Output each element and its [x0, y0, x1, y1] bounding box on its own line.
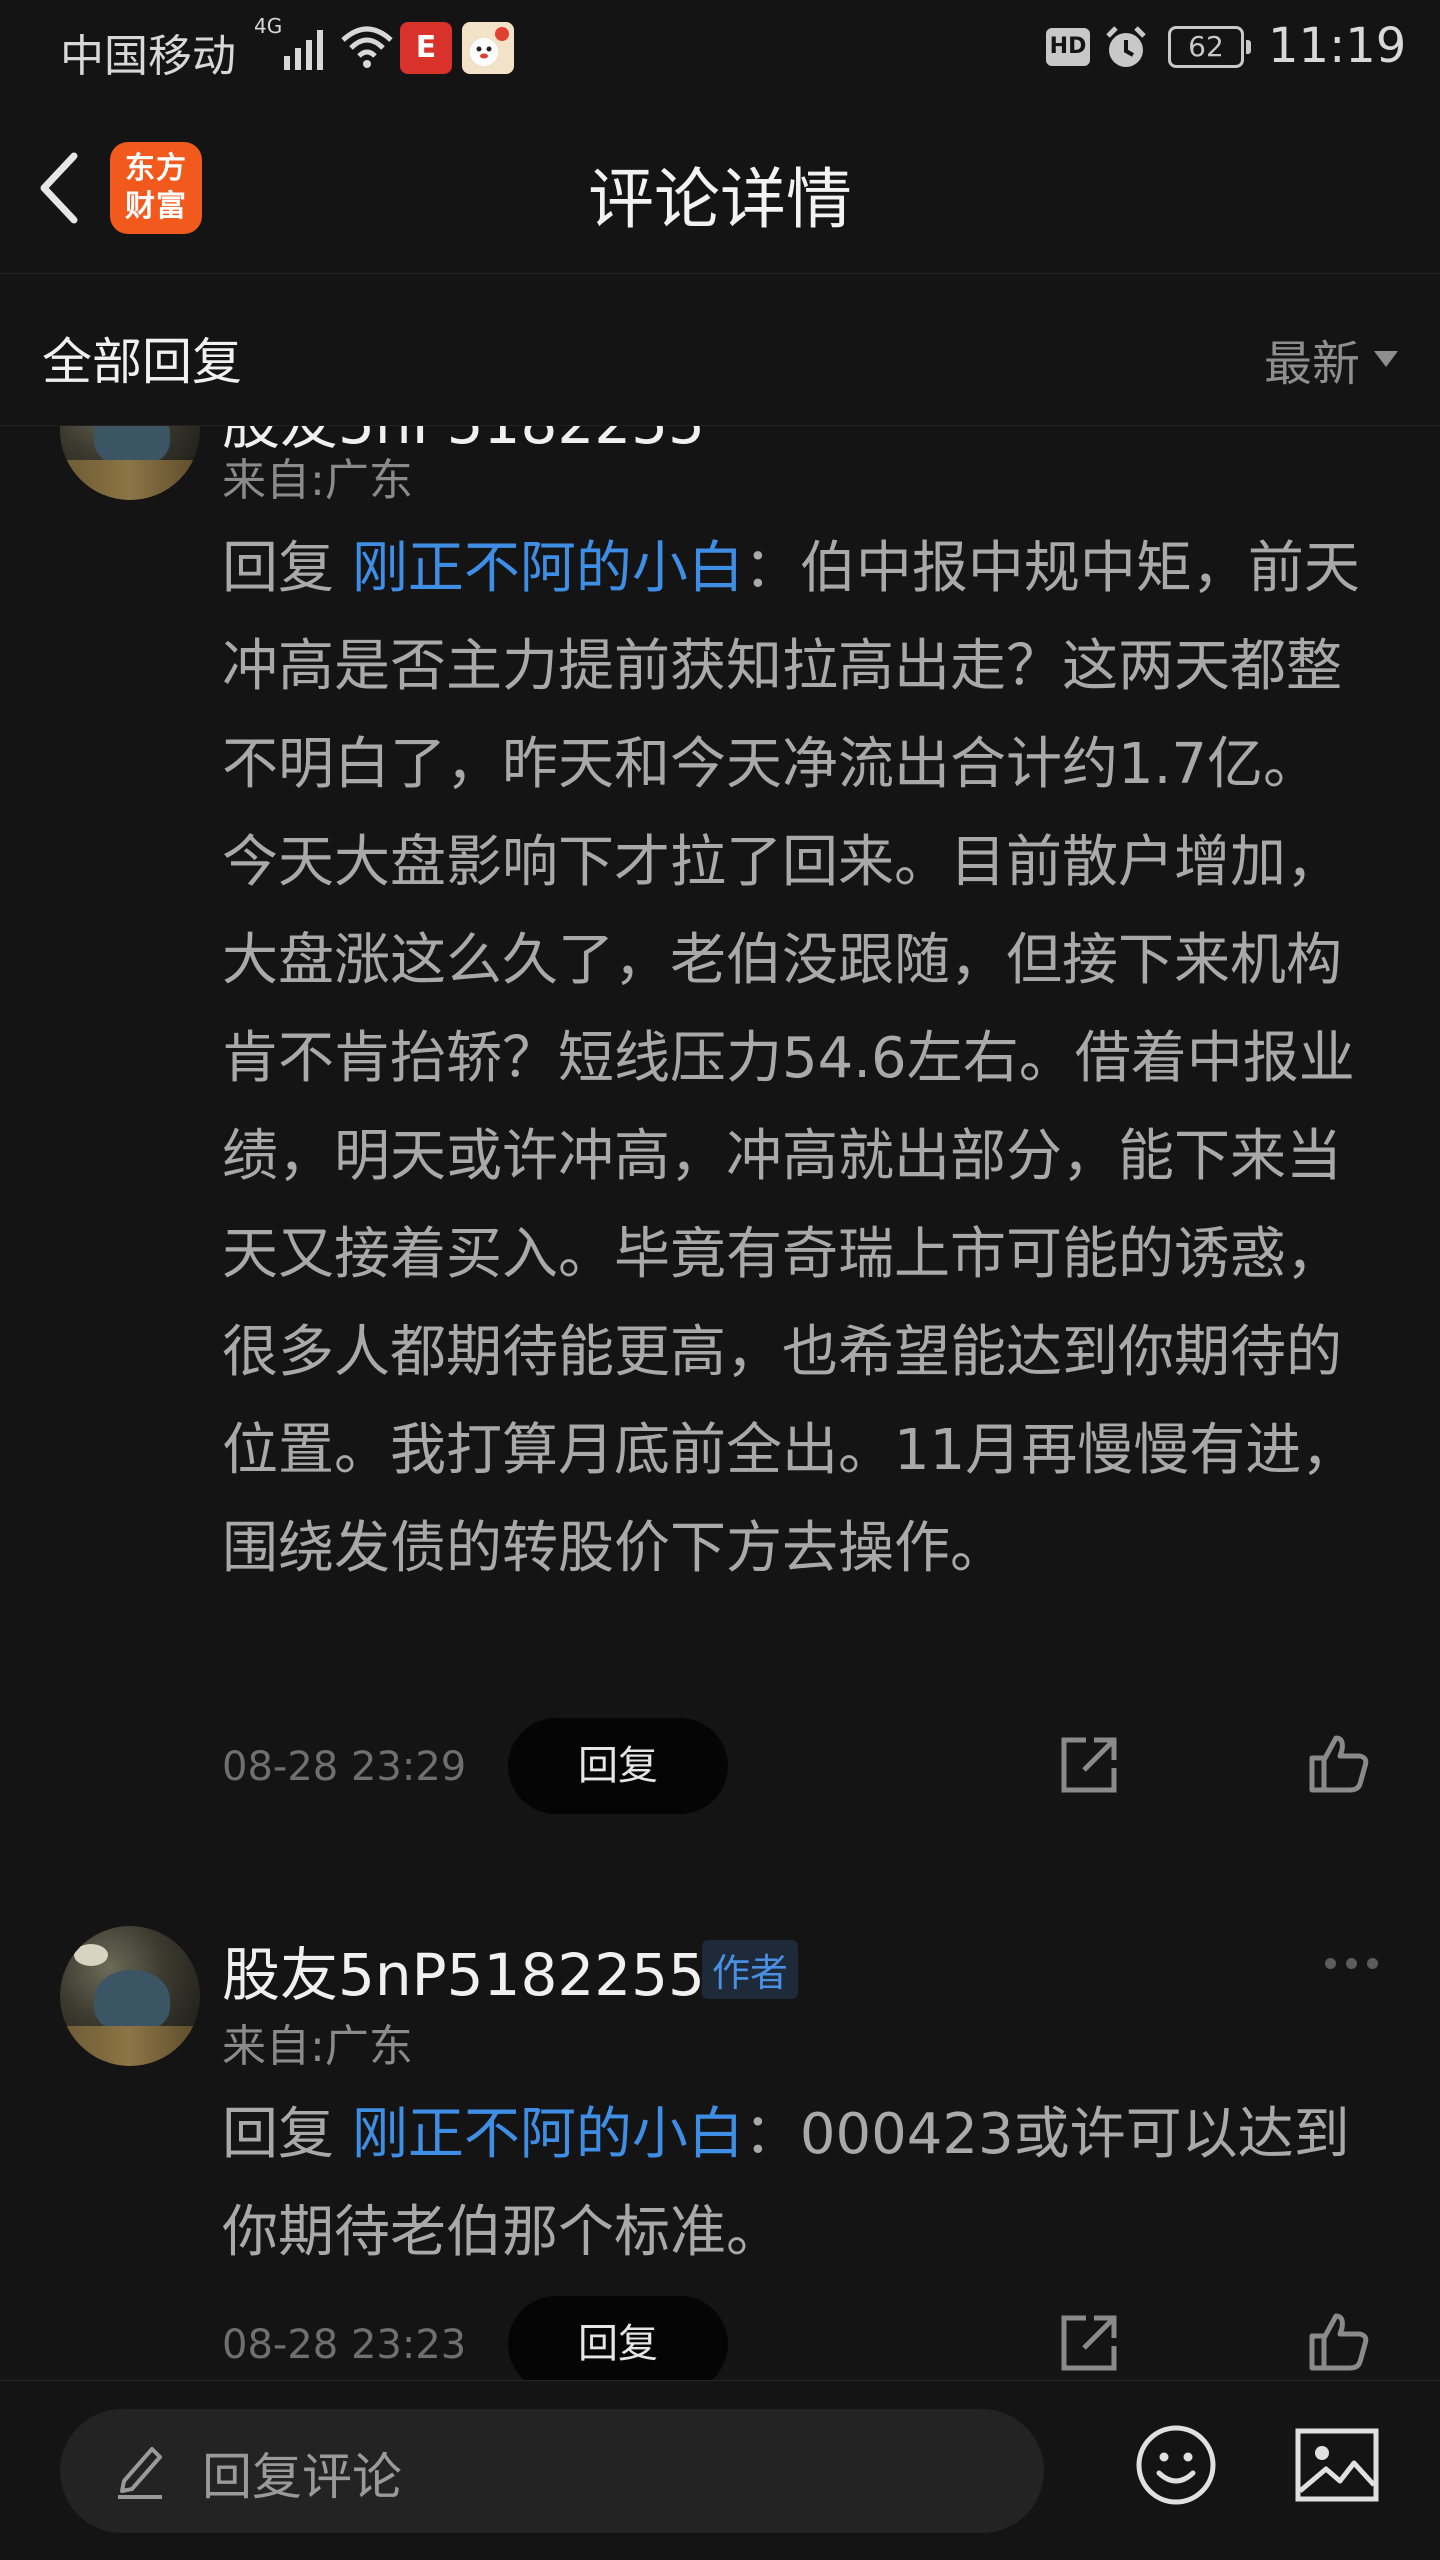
avatar[interactable] — [60, 426, 200, 500]
signal-icon — [284, 24, 323, 70]
input-placeholder: 回复评论 — [202, 2448, 402, 2506]
timestamp: 08-28 23:29 — [222, 1744, 467, 1790]
author-badge: 作者 — [702, 1940, 799, 1999]
notification-app-icon: E — [400, 22, 452, 74]
timestamp: 08-28 23:23 — [222, 2322, 467, 2368]
carrier-name: 中国移动 — [60, 31, 236, 82]
bottom-bar: 回复评论 — [0, 2380, 1440, 2560]
reply-button[interactable]: 回复 — [508, 2296, 728, 2380]
hd-icon: HD — [1046, 28, 1090, 66]
like-icon[interactable] — [1308, 2310, 1370, 2372]
emoji-icon[interactable] — [1134, 2423, 1218, 2507]
share-icon[interactable] — [1058, 2312, 1120, 2374]
clock: 11:19 — [1268, 18, 1407, 74]
comment-body: 回复 刚正不阿的小白：伯中报中规中矩，前天冲高是否主力提前获知拉高出走？这两天都… — [222, 520, 1372, 1598]
location-label: 来自:广东 — [222, 2021, 413, 2072]
comment-body: 回复 刚正不阿的小白：000423或许可以达到你期待老伯那个标准。 — [222, 2086, 1372, 2282]
notification-app-icon-2 — [462, 22, 514, 74]
nav-bar: 东方 财富 评论详情 — [0, 100, 1440, 274]
network-type: 4G — [254, 14, 283, 38]
pen-icon — [118, 2447, 162, 2499]
reply-button[interactable]: 回复 — [508, 1718, 728, 1814]
like-icon[interactable] — [1308, 1732, 1370, 1794]
reply-list[interactable]: 股友5nP5182255 来自:广东 回复 刚正不阿的小白：伯中报中规中矩，前天… — [0, 426, 1440, 2380]
username[interactable]: 股友5nP5182255 — [222, 1928, 705, 2012]
page-title: 评论详情 — [588, 161, 852, 238]
wifi-icon — [341, 26, 393, 68]
alarm-icon — [1106, 26, 1146, 67]
mention-link[interactable]: 刚正不阿的小白 — [352, 2102, 744, 2167]
location-label: 来自:广东 — [222, 455, 413, 506]
battery-indicator: 62 — [1168, 26, 1251, 68]
sort-label: 最新 — [1263, 336, 1360, 392]
chevron-down-icon — [1374, 351, 1398, 367]
reply-prefix: 回复 — [222, 2102, 334, 2167]
all-replies-title: 全部回复 — [42, 333, 242, 391]
image-icon[interactable] — [1294, 2425, 1380, 2505]
more-icon[interactable] — [1325, 1958, 1378, 1969]
status-bar: 中国移动 4G E HD 62 11:19 — [0, 0, 1440, 100]
sort-dropdown[interactable]: 最新 — [1264, 324, 1398, 394]
mention-link[interactable]: 刚正不阿的小白 — [352, 536, 744, 601]
reply-comment-input[interactable]: 回复评论 — [60, 2409, 1044, 2533]
filter-bar: 全部回复 最新 — [0, 274, 1440, 426]
avatar[interactable] — [60, 1926, 200, 2066]
comment-text: ：伯中报中规中矩，前天冲高是否主力提前获知拉高出走？这两天都整不明白了，昨天和今… — [222, 536, 1360, 1581]
share-icon[interactable] — [1058, 1734, 1120, 1796]
reply-prefix: 回复 — [222, 536, 334, 601]
